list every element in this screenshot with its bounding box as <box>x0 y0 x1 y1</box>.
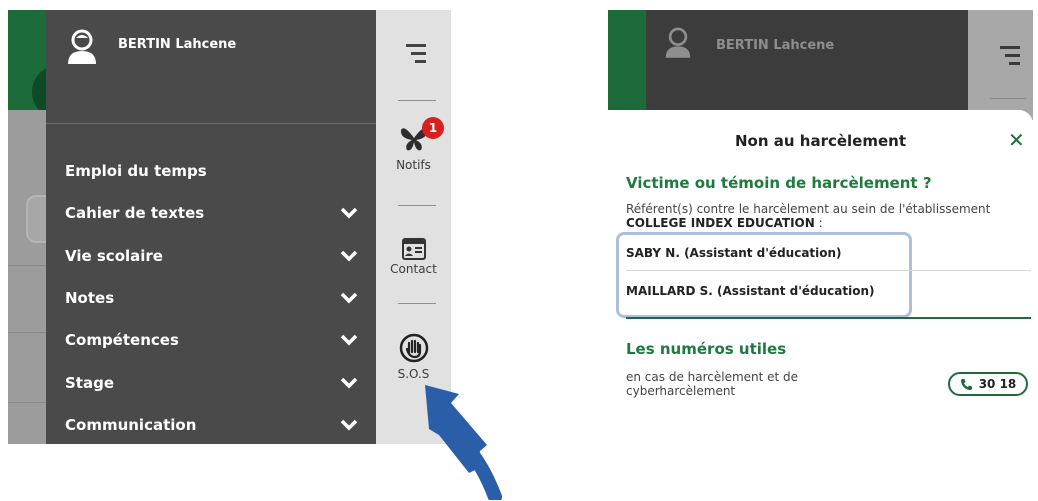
user-avatar-icon <box>665 27 691 58</box>
contact-label[interactable]: Contact <box>376 262 451 276</box>
divider <box>398 205 436 206</box>
referent-item[interactable]: SABY N. (Assistant d'éducation) <box>626 246 842 260</box>
section-divider <box>626 317 1031 319</box>
menu-item-label: Stage <box>65 373 115 392</box>
contact-card-icon[interactable] <box>402 238 426 260</box>
intro-text: Référent(s) contre le harcèlement au sei… <box>626 202 991 216</box>
menu-item-vie-scolaire[interactable]: Vie scolaire <box>46 235 376 277</box>
school-name: COLLEGE INDEX EDUCATION <box>626 216 815 230</box>
useful-numbers-heading: Les numéros utiles <box>626 340 787 358</box>
user-avatar-icon[interactable] <box>66 28 98 64</box>
referent-item[interactable]: MAILLARD S. (Assistant d'éducation) <box>626 284 875 298</box>
phone-number: 30 18 <box>978 377 1017 391</box>
notifs-label[interactable]: Notifs <box>376 158 451 172</box>
chevron-down-icon <box>340 250 358 262</box>
menu-item-label: Compétences <box>65 331 179 350</box>
user-name[interactable]: BERTIN Lahcene <box>118 37 236 52</box>
useful-numbers-text: en cas de harcèlement et de cyberharcèle… <box>626 370 799 398</box>
divider <box>398 303 436 304</box>
menu-item-cahier-de-textes[interactable]: Cahier de textes <box>46 192 376 234</box>
harassment-dialog: Non au harcèlement ✕ Victime ou témoin d… <box>608 110 1033 420</box>
menu-item-notes[interactable]: Notes <box>46 277 376 319</box>
side-menu: BERTIN Lahcene Emploi du temps Cahier de… <box>46 10 376 444</box>
phone-icon <box>960 378 972 390</box>
referents-highlight <box>616 232 912 318</box>
pointer-arrow-icon <box>425 385 502 500</box>
divider <box>626 270 1031 271</box>
section-heading: Victime ou témoin de harcèlement ? <box>626 174 932 192</box>
hamburger-menu-icon[interactable] <box>406 42 426 64</box>
chevron-down-icon <box>340 208 358 219</box>
chevron-down-icon <box>340 419 358 431</box>
menu-list: Emploi du temps Cahier de textes Vie sco… <box>46 150 376 444</box>
chevron-down-icon <box>340 292 358 304</box>
close-icon[interactable]: ✕ <box>1008 128 1025 152</box>
background-header <box>608 10 648 110</box>
menu-item-label: Vie scolaire <box>65 246 163 265</box>
referent-intro: Référent(s) contre le harcèlement au sei… <box>626 202 996 230</box>
menu-item-label: Emploi du temps <box>65 162 207 181</box>
sos-label[interactable]: S.O.S <box>376 367 451 381</box>
divider <box>990 98 1026 99</box>
chevron-down-icon <box>340 335 358 346</box>
menu-item-label: Notes <box>65 289 115 308</box>
menu-header: BERTIN Lahcene <box>46 10 376 124</box>
menu-item-stage[interactable]: Stage <box>46 361 376 403</box>
menu-item-emploi-du-temps[interactable]: Emploi du temps <box>46 150 376 192</box>
chevron-down-icon <box>340 377 358 389</box>
quick-actions-bar: 1 Notifs Contact S.O.S <box>376 10 451 444</box>
stop-hand-icon[interactable] <box>399 333 429 363</box>
call-button[interactable]: 30 18 <box>948 372 1028 396</box>
dimmed-menu <box>646 10 968 120</box>
notification-badge: 1 <box>422 117 444 139</box>
dialog-title: Non au harcèlement <box>734 132 906 150</box>
user-name: BERTIN Lahcene <box>716 38 835 53</box>
harassment-dialog-screenshot: BERTIN Lahcene Non au harcèlement ✕ Vict… <box>608 10 1033 420</box>
mobile-menu-screenshot: BERTIN Lahcene Emploi du temps Cahier de… <box>8 10 451 444</box>
intro-suffix: : <box>814 216 823 230</box>
hamburger-menu-icon <box>1000 46 1020 65</box>
menu-item-communication[interactable]: Communication <box>46 404 376 444</box>
menu-item-label: Cahier de textes <box>65 204 205 223</box>
divider <box>398 100 436 101</box>
menu-item-label: Communication <box>65 415 197 434</box>
menu-item-competences[interactable]: Compétences <box>46 319 376 361</box>
